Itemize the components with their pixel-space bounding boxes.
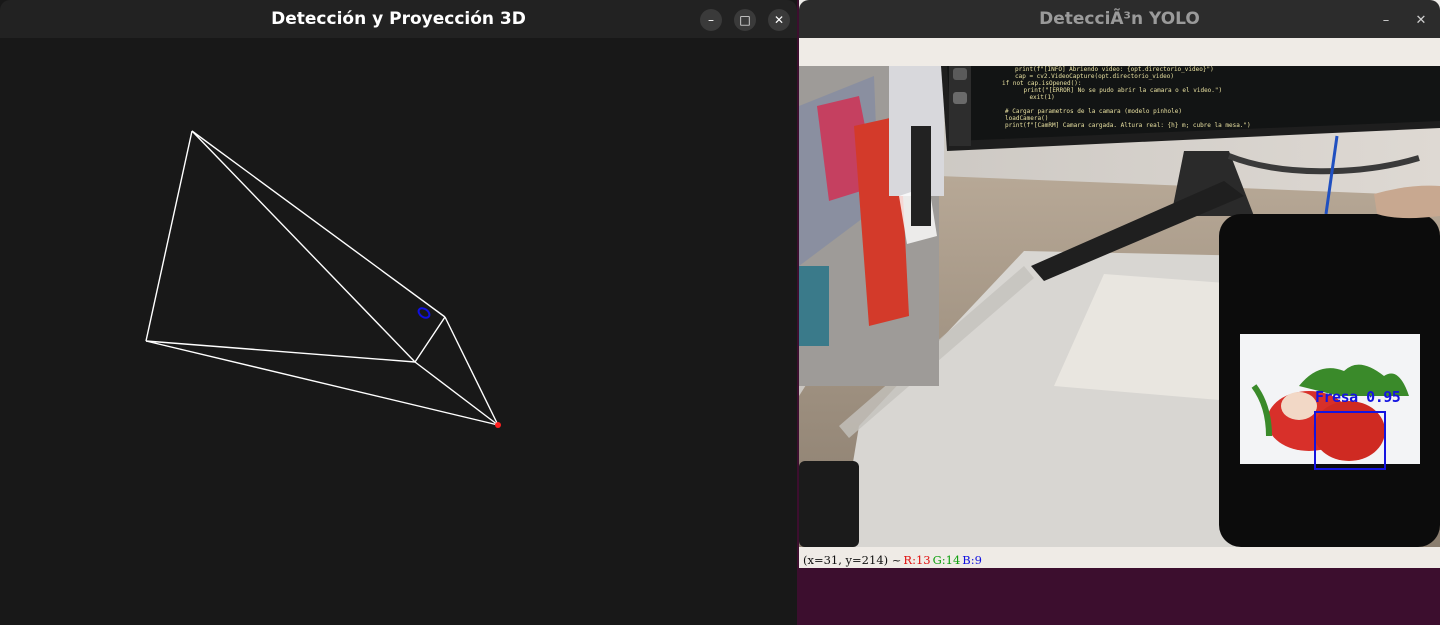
frustum-edge: [191, 130, 446, 318]
minimize-button[interactable]: –: [700, 9, 722, 31]
close-icon: ✕: [1415, 12, 1427, 28]
monitor-code-line: # Cargar parametros de la camara (modelo…: [1005, 108, 1183, 115]
monitor-code-line: loadCamera(): [1005, 115, 1049, 122]
cursor-coords: (x=31, y=214) ~: [803, 553, 902, 567]
close-button[interactable]: ✕: [768, 9, 790, 31]
maximize-icon: □: [739, 13, 751, 27]
monitor-code-line: print(f"[CamRM] Camara cargada. Altura r…: [1005, 122, 1251, 129]
camera-frame[interactable]: print(f"[INFO] Abriendo video: {opt.dire…: [799, 66, 1440, 547]
detection-bounding-box: [1314, 411, 1386, 470]
ray-edge: [145, 340, 499, 426]
pixel-r-value: R:13: [903, 553, 931, 567]
detection-label: Fresa 0.95: [1315, 388, 1401, 406]
projection-titlebar[interactable]: Detección y Proyección 3D: [0, 0, 797, 38]
projection-window: Detección y Proyección 3D – □ ✕: [0, 0, 797, 625]
projection-window-title: Detección y Proyección 3D: [271, 9, 526, 29]
yolo-close-button[interactable]: ✕: [1410, 9, 1432, 31]
maximize-button[interactable]: □: [734, 9, 756, 31]
yolo-minimize-button[interactable]: –: [1375, 9, 1397, 31]
yolo-window: DetecciÃ³n YOLO – ✕ print(f"[INFO] Abrie…: [799, 0, 1440, 568]
monitor-code-line: exit(1): [1015, 94, 1055, 101]
pixel-b-value: B:9: [962, 553, 982, 567]
yolo-titlebar[interactable]: DetecciÃ³n YOLO: [799, 0, 1440, 38]
yolo-window-title: DetecciÃ³n YOLO: [1039, 9, 1200, 29]
frustum-edge: [191, 130, 416, 363]
pixel-g-value: G:14: [932, 553, 961, 567]
minimize-icon: –: [708, 13, 714, 27]
minimize-icon: –: [1382, 12, 1390, 28]
frustum-edge: [414, 316, 446, 363]
monitor-code-line: if not cap.isOpened():: [1002, 80, 1082, 87]
camera-apex-point: [495, 422, 501, 428]
camera-scene: [799, 66, 1440, 547]
detection-marker-ellipse: [417, 307, 431, 319]
ray-edge: [444, 316, 499, 426]
frustum-edge: [145, 340, 416, 363]
monitor-code-line: print("[ERROR] No se pudo abrir la camar…: [1009, 87, 1223, 94]
frustum-edge: [145, 130, 193, 342]
monitor-code-line: cap = cv2.VideoCapture(opt.directorio_vi…: [1015, 73, 1174, 80]
projection-canvas: [145, 130, 501, 428]
image-toolbar: [799, 38, 1440, 66]
status-bar: (x=31, y=214) ~ R:13 G:14 B:9: [799, 547, 1440, 568]
monitor-code-line: print(f"[INFO] Abriendo video: {opt.dire…: [1015, 66, 1214, 73]
close-icon: ✕: [773, 13, 785, 27]
